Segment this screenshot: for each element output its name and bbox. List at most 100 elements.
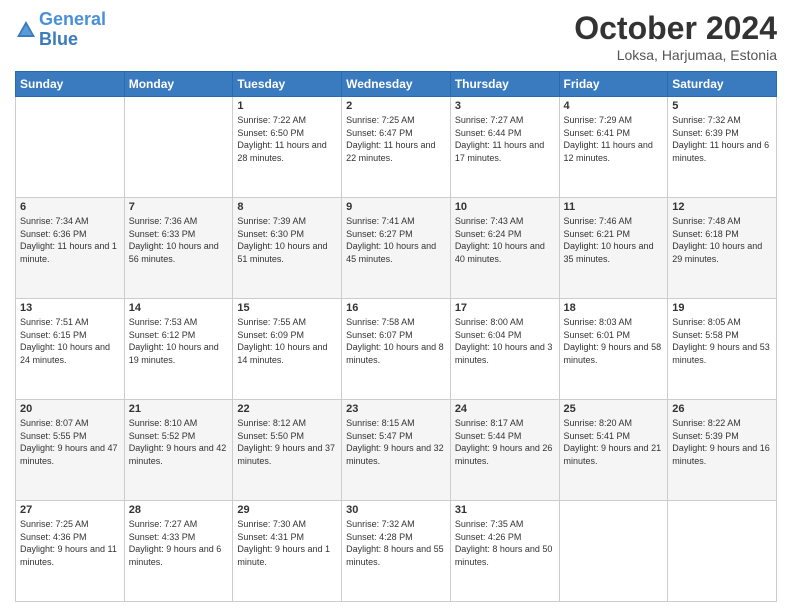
calendar-cell: 8Sunrise: 7:39 AM Sunset: 6:30 PM Daylig… [233,198,342,299]
day-content: Sunrise: 7:25 AM Sunset: 4:36 PM Dayligh… [20,518,120,568]
day-number: 11 [564,201,664,213]
day-number: 24 [455,403,555,415]
day-content: Sunrise: 7:29 AM Sunset: 6:41 PM Dayligh… [564,114,664,164]
day-number: 15 [237,302,337,314]
day-number: 21 [129,403,229,415]
week-row-4: 27 Sunrise: 7:25 AM Sunset: 4:36 PM Dayli… [16,501,777,602]
logo-icon [15,19,37,41]
day-number: 1 [237,100,337,112]
calendar-cell: 29 Sunrise: 7:30 AM Sunset: 4:31 PM Dayli… [233,501,342,602]
day-number: 3 [455,100,555,112]
day-content: Sunrise: 8:05 AM Sunset: 5:58 PM Dayligh… [672,316,772,366]
day-content: Sunrise: 8:20 AM Sunset: 5:41 PM Dayligh… [564,417,664,467]
day-content: Sunrise: 7:53 AM Sunset: 6:12 PM Dayligh… [129,316,229,366]
calendar-cell: 21 Sunrise: 8:10 AM Sunset: 5:52 PM Dayli… [124,400,233,501]
day-content: Sunrise: 8:12 AM Sunset: 5:50 PM Dayligh… [237,417,337,467]
day-number: 29 [237,504,337,516]
day-number: 7 [129,201,229,213]
day-content: Sunrise: 7:22 AM Sunset: 6:50 PM Dayligh… [237,114,337,164]
day-number: 2 [346,100,446,112]
day-number: 6 [20,201,120,213]
week-row-0: 1 Sunrise: 7:22 AM Sunset: 6:50 PM Daylig… [16,97,777,198]
day-number: 23 [346,403,446,415]
page: General Blue October 2024 Loksa, Harjuma… [0,0,792,612]
logo-text: General Blue [39,10,106,50]
day-content: Sunrise: 7:46 AM Sunset: 6:21 PM Dayligh… [564,215,664,265]
day-number: 25 [564,403,664,415]
calendar-cell: 16Sunrise: 7:58 AM Sunset: 6:07 PM Dayli… [342,299,451,400]
logo-general: General [39,9,106,29]
location: Loksa, Harjumaa, Estonia [574,47,777,63]
day-number: 20 [20,403,120,415]
day-number: 28 [129,504,229,516]
calendar-cell: 11 Sunrise: 7:46 AM Sunset: 6:21 PM Dayli… [559,198,668,299]
calendar-cell: 20 Sunrise: 8:07 AM Sunset: 5:55 PM Dayli… [16,400,125,501]
day-content: Sunrise: 8:07 AM Sunset: 5:55 PM Dayligh… [20,417,120,467]
calendar-cell: 1 Sunrise: 7:22 AM Sunset: 6:50 PM Daylig… [233,97,342,198]
day-number: 27 [20,504,120,516]
weekday-header-monday: Monday [124,72,233,97]
day-number: 10 [455,201,555,213]
day-content: Sunrise: 7:32 AM Sunset: 6:39 PM Dayligh… [672,114,772,164]
calendar-cell: 17 Sunrise: 8:00 AM Sunset: 6:04 PM Dayli… [450,299,559,400]
day-number: 8 [237,201,337,213]
day-content: Sunrise: 7:27 AM Sunset: 6:44 PM Dayligh… [455,114,555,164]
calendar-cell: 23 Sunrise: 8:15 AM Sunset: 5:47 PM Dayli… [342,400,451,501]
day-number: 26 [672,403,772,415]
calendar-cell: 5 Sunrise: 7:32 AM Sunset: 6:39 PM Daylig… [668,97,777,198]
day-number: 9 [346,201,446,213]
calendar-cell: 2Sunrise: 7:25 AM Sunset: 6:47 PM Daylig… [342,97,451,198]
day-content: Sunrise: 8:10 AM Sunset: 5:52 PM Dayligh… [129,417,229,467]
day-content: Sunrise: 7:36 AM Sunset: 6:33 PM Dayligh… [129,215,229,265]
day-content: Sunrise: 7:43 AM Sunset: 6:24 PM Dayligh… [455,215,555,265]
weekday-header-tuesday: Tuesday [233,72,342,97]
day-content: Sunrise: 7:35 AM Sunset: 4:26 PM Dayligh… [455,518,555,568]
day-number: 18 [564,302,664,314]
weekday-header-friday: Friday [559,72,668,97]
day-content: Sunrise: 7:58 AM Sunset: 6:07 PM Dayligh… [346,316,446,366]
day-content: Sunrise: 7:30 AM Sunset: 4:31 PM Dayligh… [237,518,337,568]
day-content: Sunrise: 7:55 AM Sunset: 6:09 PM Dayligh… [237,316,337,366]
calendar-cell: 28 Sunrise: 7:27 AM Sunset: 4:33 PM Dayli… [124,501,233,602]
calendar-cell: 4 Sunrise: 7:29 AM Sunset: 6:41 PM Daylig… [559,97,668,198]
calendar-cell: 22 Sunrise: 8:12 AM Sunset: 5:50 PM Dayli… [233,400,342,501]
calendar-cell: 30 Sunrise: 7:32 AM Sunset: 4:28 PM Dayli… [342,501,451,602]
calendar-cell: 15 Sunrise: 7:55 AM Sunset: 6:09 PM Dayli… [233,299,342,400]
day-content: Sunrise: 8:00 AM Sunset: 6:04 PM Dayligh… [455,316,555,366]
day-content: Sunrise: 7:32 AM Sunset: 4:28 PM Dayligh… [346,518,446,568]
day-number: 19 [672,302,772,314]
week-row-3: 20 Sunrise: 8:07 AM Sunset: 5:55 PM Dayli… [16,400,777,501]
header: General Blue October 2024 Loksa, Harjuma… [15,10,777,63]
calendar-cell [668,501,777,602]
day-content: Sunrise: 7:51 AM Sunset: 6:15 PM Dayligh… [20,316,120,366]
calendar-cell: 13 Sunrise: 7:51 AM Sunset: 6:15 PM Dayli… [16,299,125,400]
calendar-cell: 18Sunrise: 8:03 AM Sunset: 6:01 PM Dayli… [559,299,668,400]
calendar-cell: 7 Sunrise: 7:36 AM Sunset: 6:33 PM Daylig… [124,198,233,299]
calendar-cell: 10 Sunrise: 7:43 AM Sunset: 6:24 PM Dayli… [450,198,559,299]
day-content: Sunrise: 8:15 AM Sunset: 5:47 PM Dayligh… [346,417,446,467]
weekday-header-thursday: Thursday [450,72,559,97]
day-number: 17 [455,302,555,314]
calendar-table: SundayMondayTuesdayWednesdayThursdayFrid… [15,71,777,602]
week-row-1: 6Sunrise: 7:34 AM Sunset: 6:36 PM Daylig… [16,198,777,299]
day-content: Sunrise: 7:27 AM Sunset: 4:33 PM Dayligh… [129,518,229,568]
day-number: 14 [129,302,229,314]
weekday-header-row: SundayMondayTuesdayWednesdayThursdayFrid… [16,72,777,97]
logo-blue: Blue [39,29,78,49]
calendar-cell: 24Sunrise: 8:17 AM Sunset: 5:44 PM Dayli… [450,400,559,501]
day-number: 4 [564,100,664,112]
calendar-cell: 14 Sunrise: 7:53 AM Sunset: 6:12 PM Dayli… [124,299,233,400]
weekday-header-wednesday: Wednesday [342,72,451,97]
calendar-cell: 12Sunrise: 7:48 AM Sunset: 6:18 PM Dayli… [668,198,777,299]
weekday-header-saturday: Saturday [668,72,777,97]
day-number: 5 [672,100,772,112]
day-number: 22 [237,403,337,415]
calendar-cell: 6Sunrise: 7:34 AM Sunset: 6:36 PM Daylig… [16,198,125,299]
day-number: 12 [672,201,772,213]
calendar-cell [124,97,233,198]
calendar-cell: 19 Sunrise: 8:05 AM Sunset: 5:58 PM Dayli… [668,299,777,400]
day-number: 30 [346,504,446,516]
day-number: 13 [20,302,120,314]
calendar-cell: 26Sunrise: 8:22 AM Sunset: 5:39 PM Dayli… [668,400,777,501]
title-area: October 2024 Loksa, Harjumaa, Estonia [574,10,777,63]
